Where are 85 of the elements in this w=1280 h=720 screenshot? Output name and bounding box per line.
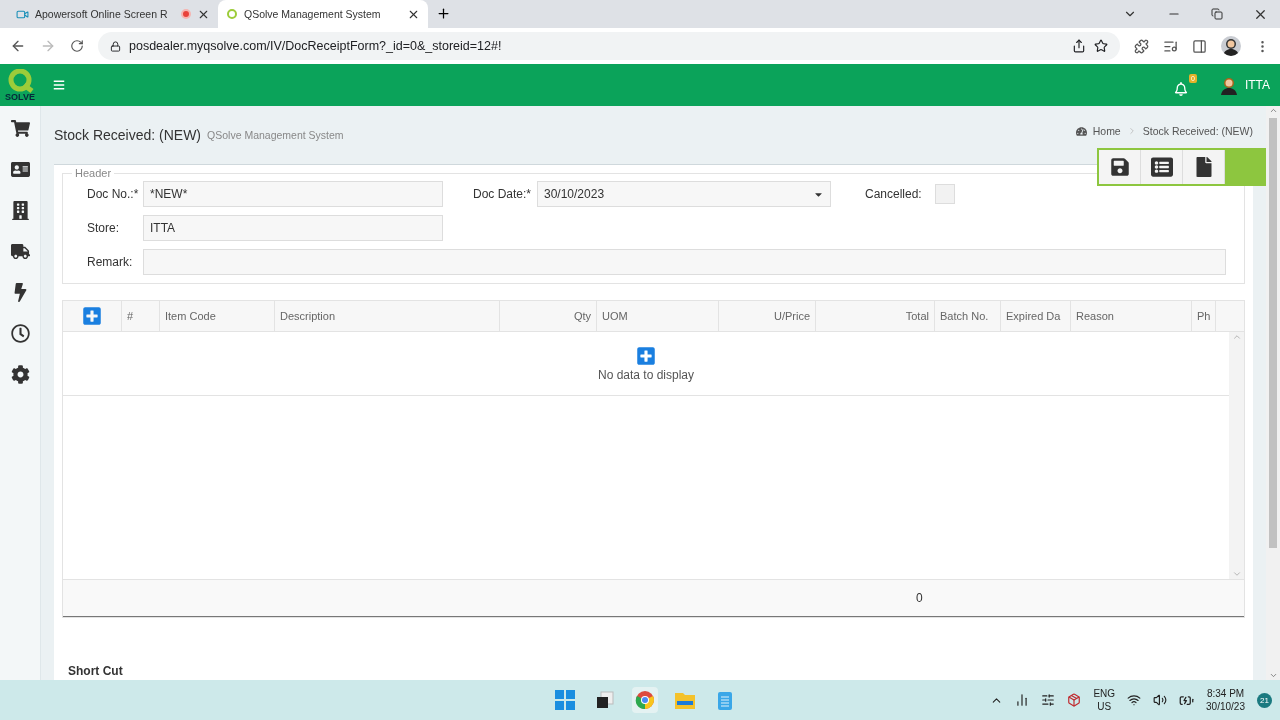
menu-icon[interactable] bbox=[53, 79, 65, 91]
column-header[interactable]: Ph bbox=[1192, 301, 1216, 331]
lock-icon bbox=[110, 40, 121, 52]
share-icon[interactable] bbox=[1072, 39, 1086, 53]
bell-icon bbox=[1173, 82, 1188, 96]
save-icon bbox=[1109, 157, 1130, 177]
scroll-up-icon[interactable] bbox=[1268, 106, 1278, 115]
column-header[interactable]: Description bbox=[275, 301, 500, 331]
browser-tab[interactable]: Apowersoft Online Screen R bbox=[8, 0, 218, 28]
user-name[interactable]: ITTA bbox=[1244, 78, 1270, 92]
person-icon bbox=[1221, 36, 1241, 56]
language-indicator[interactable]: ENG US bbox=[1093, 686, 1116, 714]
column-header[interactable]: Qty bbox=[500, 301, 597, 331]
column-header[interactable]: Batch No. bbox=[935, 301, 1001, 331]
list-button[interactable] bbox=[1141, 150, 1183, 184]
add-row-button[interactable] bbox=[82, 306, 102, 326]
total-sum: 0 bbox=[916, 590, 923, 607]
media-icon[interactable] bbox=[1163, 38, 1178, 54]
clock[interactable]: 8:34 PM 30/10/23 bbox=[1206, 686, 1245, 714]
column-header[interactable]: UOM bbox=[597, 301, 719, 331]
browser-tab[interactable]: QSolve Management System bbox=[218, 0, 428, 28]
notepad-icon bbox=[717, 690, 733, 710]
sliders-icon[interactable] bbox=[1041, 693, 1056, 707]
star-icon[interactable] bbox=[1094, 39, 1108, 53]
column-header[interactable]: Reason bbox=[1071, 301, 1192, 331]
section-title: Short Cut bbox=[67, 664, 124, 680]
volume-icon[interactable] bbox=[1153, 693, 1168, 707]
user-avatar bbox=[1218, 75, 1239, 95]
building-icon[interactable] bbox=[10, 201, 30, 220]
taskbar-app[interactable] bbox=[632, 687, 658, 713]
empty-message: No data to display bbox=[597, 367, 695, 382]
scroll-down-icon[interactable] bbox=[1268, 671, 1278, 680]
column-header[interactable]: Total bbox=[816, 301, 935, 331]
reload-icon[interactable] bbox=[70, 39, 84, 53]
notification-badge[interactable]: 21 bbox=[1257, 692, 1272, 708]
windows-icon bbox=[555, 690, 575, 710]
page-title: Stock Received: (NEW) bbox=[54, 127, 202, 143]
new-tab-icon[interactable] bbox=[436, 6, 451, 21]
field-label: Remark: bbox=[87, 255, 134, 269]
new-document-button[interactable] bbox=[1183, 150, 1225, 184]
page-scrollbar[interactable] bbox=[1266, 106, 1280, 680]
side-panel-icon[interactable] bbox=[1192, 38, 1207, 54]
logo-text: SOLVE bbox=[5, 92, 35, 102]
truck-icon[interactable] bbox=[10, 242, 30, 261]
wifi-icon[interactable] bbox=[1127, 693, 1142, 707]
remark-field[interactable] bbox=[143, 249, 1226, 275]
tab-title: Apowersoft Online Screen R bbox=[35, 8, 169, 20]
column-header[interactable]: Item Code bbox=[160, 301, 275, 331]
fieldset-legend: Header bbox=[72, 167, 115, 179]
doc-date-dropdown[interactable]: 30/10/2023 bbox=[537, 181, 831, 207]
clock-icon[interactable] bbox=[10, 324, 30, 343]
url-text: posdealer.myqsolve.com/IV/DocReceiptForm?_id=0&_storeid=12#! bbox=[129, 39, 503, 53]
bar-chart-icon[interactable] bbox=[1015, 693, 1030, 707]
dashboard-icon bbox=[1075, 125, 1087, 137]
task-view-icon bbox=[596, 691, 614, 709]
column-header[interactable]: U/Price bbox=[719, 301, 816, 331]
browser-icon bbox=[635, 690, 655, 710]
address-card-icon[interactable] bbox=[10, 160, 30, 179]
breadcrumb-current: Stock Received: (NEW) bbox=[1142, 125, 1253, 137]
profile-avatar[interactable] bbox=[1221, 36, 1241, 56]
address-bar[interactable]: posdealer.myqsolve.com/IV/DocReceiptForm?_id=0&_storeid=12#! bbox=[98, 32, 1120, 60]
tab-title: QSolve Management System bbox=[244, 8, 382, 20]
add-row-button[interactable] bbox=[636, 345, 656, 366]
settings-icon[interactable] bbox=[10, 365, 30, 384]
field-label: Store: bbox=[87, 221, 120, 235]
column-header[interactable]: # bbox=[122, 301, 160, 331]
field-label: Doc No.:* bbox=[87, 187, 140, 201]
doc-no-field[interactable]: *NEW* bbox=[143, 181, 443, 207]
field-label: Doc Date:* bbox=[473, 187, 533, 201]
save-button[interactable] bbox=[1099, 150, 1141, 184]
page-subtitle: QSolve Management System bbox=[207, 129, 344, 141]
list-icon bbox=[1150, 156, 1173, 178]
restore-icon[interactable] bbox=[1211, 8, 1223, 20]
logo-icon bbox=[226, 8, 238, 20]
column-header[interactable]: Expired Da bbox=[1001, 301, 1071, 331]
cart-icon[interactable] bbox=[10, 119, 30, 138]
start-button[interactable] bbox=[552, 687, 578, 713]
cancelled-checkbox[interactable] bbox=[935, 184, 955, 204]
field-label: Cancelled: bbox=[865, 187, 923, 201]
extensions-icon[interactable] bbox=[1134, 38, 1149, 54]
back-icon[interactable] bbox=[10, 38, 26, 54]
package-icon[interactable] bbox=[1067, 693, 1082, 707]
breadcrumb-link[interactable]: Home bbox=[1092, 125, 1121, 137]
store-field[interactable]: ITTA bbox=[143, 215, 443, 241]
folder-icon bbox=[675, 691, 695, 709]
